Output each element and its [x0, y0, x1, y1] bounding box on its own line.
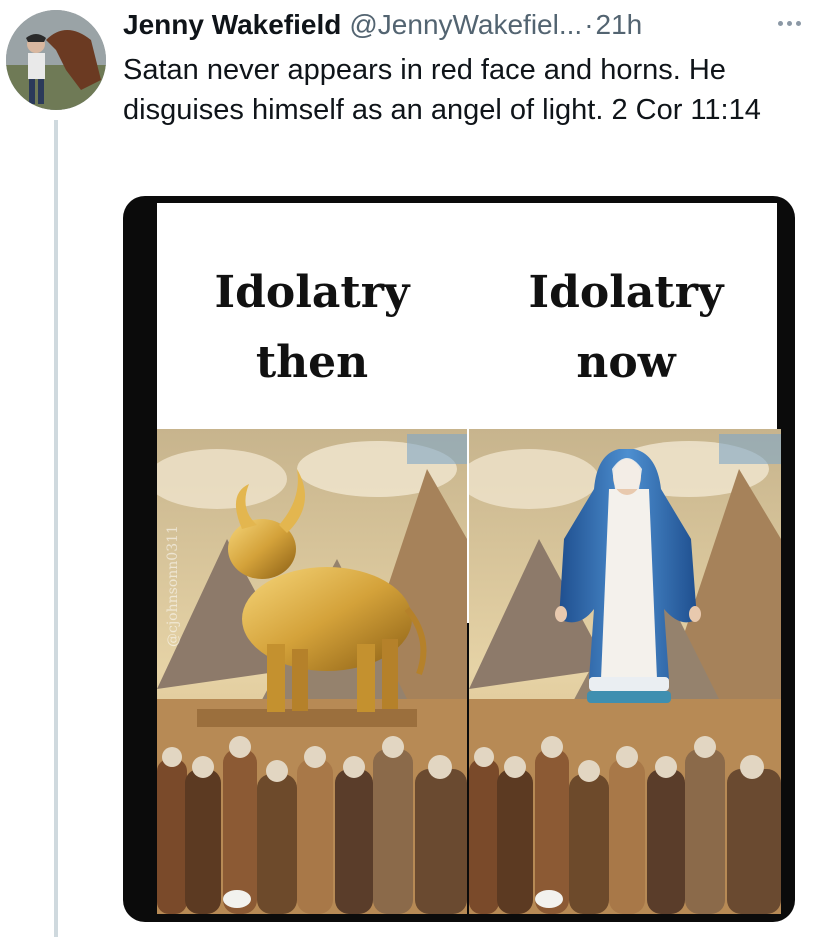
- right-caption-line2: now: [576, 337, 676, 388]
- thread-line: [54, 120, 58, 937]
- left-caption-line2: then: [255, 337, 369, 388]
- left-caption: Idolatry then: [157, 258, 467, 398]
- tweet-text: Satan never appears in red face and horn…: [123, 54, 761, 126]
- right-caption: Idolatry now: [475, 258, 777, 398]
- golden-calf-image: @cjohnsonn0311: [157, 429, 467, 914]
- author-name[interactable]: Jenny Wakefield: [123, 6, 341, 44]
- tweet-header: Jenny Wakefield @JennyWakefiel... · 21h: [123, 6, 813, 44]
- right-caption-line1: Idolatry: [528, 267, 724, 318]
- avatar-photo: [6, 10, 106, 110]
- author-avatar[interactable]: [6, 10, 106, 110]
- more-horizontal-icon[interactable]: [769, 8, 809, 38]
- statue-image: [469, 429, 781, 914]
- author-handle[interactable]: @JennyWakefiel...: [349, 6, 582, 44]
- left-caption-line1: Idolatry: [214, 267, 410, 318]
- separator-dot: ·: [584, 9, 594, 40]
- watermark-text: @cjohnsonn0311: [165, 525, 181, 647]
- tweet-media[interactable]: Idolatry then Idolatry now @cjohnsonn031…: [123, 196, 795, 922]
- tweet-timestamp[interactable]: 21h: [596, 6, 643, 44]
